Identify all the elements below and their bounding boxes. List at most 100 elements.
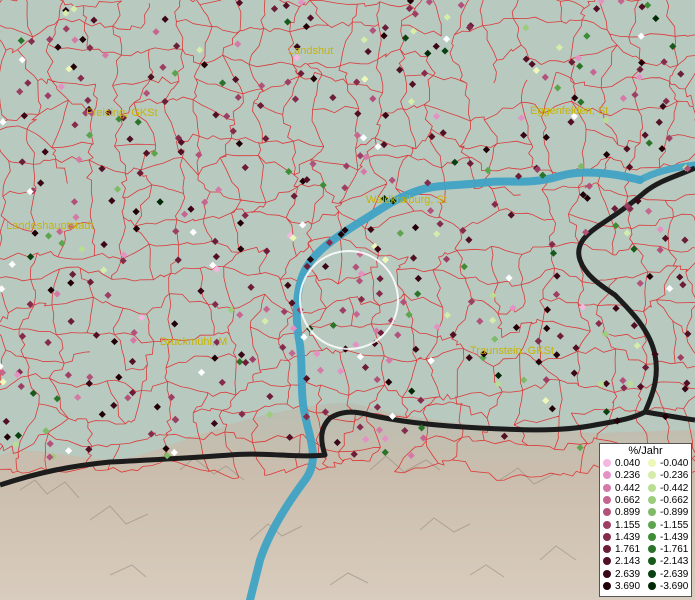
measurement-point[interactable] <box>646 272 654 281</box>
measurement-point[interactable] <box>298 221 307 229</box>
measurement-point[interactable] <box>665 134 673 142</box>
measurement-point[interactable] <box>18 158 26 166</box>
measurement-point[interactable] <box>142 149 151 157</box>
measurement-point[interactable] <box>381 448 389 456</box>
measurement-point[interactable] <box>357 270 366 278</box>
measurement-point[interactable] <box>90 16 98 24</box>
measurement-point[interactable] <box>553 272 561 280</box>
measurement-point[interactable] <box>161 15 169 23</box>
measurement-point[interactable] <box>568 58 576 66</box>
measurement-point[interactable] <box>644 207 653 215</box>
measurement-point[interactable] <box>589 68 598 76</box>
measurement-point[interactable] <box>18 56 26 64</box>
measurement-point[interactable] <box>411 223 420 232</box>
measurement-point[interactable] <box>642 363 650 372</box>
measurement-point[interactable] <box>548 240 556 249</box>
measurement-point[interactable] <box>124 394 132 402</box>
measurement-point[interactable] <box>189 228 197 236</box>
measurement-point[interactable] <box>449 331 457 339</box>
measurement-point[interactable] <box>284 281 292 289</box>
measurement-point[interactable] <box>229 127 237 135</box>
measurement-point[interactable] <box>585 182 593 190</box>
measurement-point[interactable] <box>67 317 75 326</box>
measurement-point[interactable] <box>623 229 631 237</box>
measurement-point[interactable] <box>428 133 436 141</box>
measurement-point[interactable] <box>282 1 290 10</box>
measurement-point[interactable] <box>37 179 45 187</box>
measurement-point[interactable] <box>388 176 396 184</box>
measurement-point[interactable] <box>576 444 584 452</box>
measurement-point[interactable] <box>147 73 155 81</box>
measurement-point[interactable] <box>373 403 382 411</box>
measurement-point[interactable] <box>234 40 242 48</box>
measurement-point[interactable] <box>152 28 160 36</box>
measurement-point[interactable] <box>187 205 195 213</box>
measurement-point[interactable] <box>110 337 119 346</box>
measurement-point[interactable] <box>637 32 645 40</box>
measurement-point[interactable] <box>69 270 77 278</box>
measurement-point[interactable] <box>385 378 393 386</box>
measurement-point[interactable] <box>652 14 660 23</box>
measurement-point[interactable] <box>494 371 502 380</box>
measurement-point[interactable] <box>136 169 144 177</box>
measurement-point[interactable] <box>171 415 179 423</box>
measurement-point[interactable] <box>595 319 603 328</box>
measurement-point[interactable] <box>339 306 347 314</box>
measurement-point[interactable] <box>113 185 122 193</box>
measurement-point[interactable] <box>514 172 523 180</box>
measurement-point[interactable] <box>98 165 106 173</box>
measurement-point[interactable] <box>484 166 492 174</box>
measurement-point[interactable] <box>163 451 171 460</box>
measurement-point[interactable] <box>636 279 644 287</box>
measurement-point[interactable] <box>602 408 611 416</box>
measurement-point[interactable] <box>406 0 415 5</box>
measurement-point[interactable] <box>86 44 94 52</box>
measurement-point[interactable] <box>218 79 227 87</box>
measurement-point[interactable] <box>196 46 204 54</box>
measurement-point[interactable] <box>3 433 11 441</box>
measurement-point[interactable] <box>412 345 420 353</box>
measurement-point[interactable] <box>432 42 440 50</box>
measurement-point[interactable] <box>679 281 687 289</box>
measurement-point[interactable] <box>288 349 296 357</box>
measurement-point[interactable] <box>570 369 578 377</box>
measurement-point[interactable] <box>612 304 620 312</box>
measurement-point[interactable] <box>0 368 7 377</box>
measurement-point[interactable] <box>280 308 288 316</box>
measurement-point[interactable] <box>476 317 484 325</box>
measurement-point[interactable] <box>153 403 161 411</box>
measurement-point[interactable] <box>465 236 473 244</box>
measurement-point[interactable] <box>262 135 270 143</box>
measurement-point[interactable] <box>381 435 389 443</box>
measurement-point[interactable] <box>234 93 242 101</box>
measurement-point[interactable] <box>306 255 315 264</box>
measurement-point[interactable] <box>602 116 610 124</box>
measurement-point[interactable] <box>543 324 551 332</box>
measurement-point[interactable] <box>457 1 465 9</box>
measurement-point[interactable] <box>576 62 584 70</box>
highlight-circle[interactable] <box>299 250 399 350</box>
measurement-point[interactable] <box>110 401 118 410</box>
measurement-point[interactable] <box>258 82 266 90</box>
measurement-point[interactable] <box>681 236 689 244</box>
measurement-point[interactable] <box>677 70 685 78</box>
measurement-point[interactable] <box>303 374 311 383</box>
measurement-point[interactable] <box>630 245 638 253</box>
measurement-point[interactable] <box>128 357 137 366</box>
measurement-point[interactable] <box>119 257 127 265</box>
measurement-point[interactable] <box>44 338 52 347</box>
measurement-point[interactable] <box>367 225 375 234</box>
measurement-point[interactable] <box>108 197 116 205</box>
measurement-point[interactable] <box>361 75 369 83</box>
measurement-point[interactable] <box>532 66 541 75</box>
measurement-point[interactable] <box>385 356 393 364</box>
measurement-point[interactable] <box>683 379 691 387</box>
measurement-point[interactable] <box>150 149 159 158</box>
measurement-point[interactable] <box>167 393 176 401</box>
measurement-point[interactable] <box>156 198 164 206</box>
measurement-point[interactable] <box>405 311 413 319</box>
measurement-point[interactable] <box>543 306 552 314</box>
measurement-point[interactable] <box>218 378 226 387</box>
measurement-point[interactable] <box>420 69 429 77</box>
measurement-point[interactable] <box>329 321 337 329</box>
